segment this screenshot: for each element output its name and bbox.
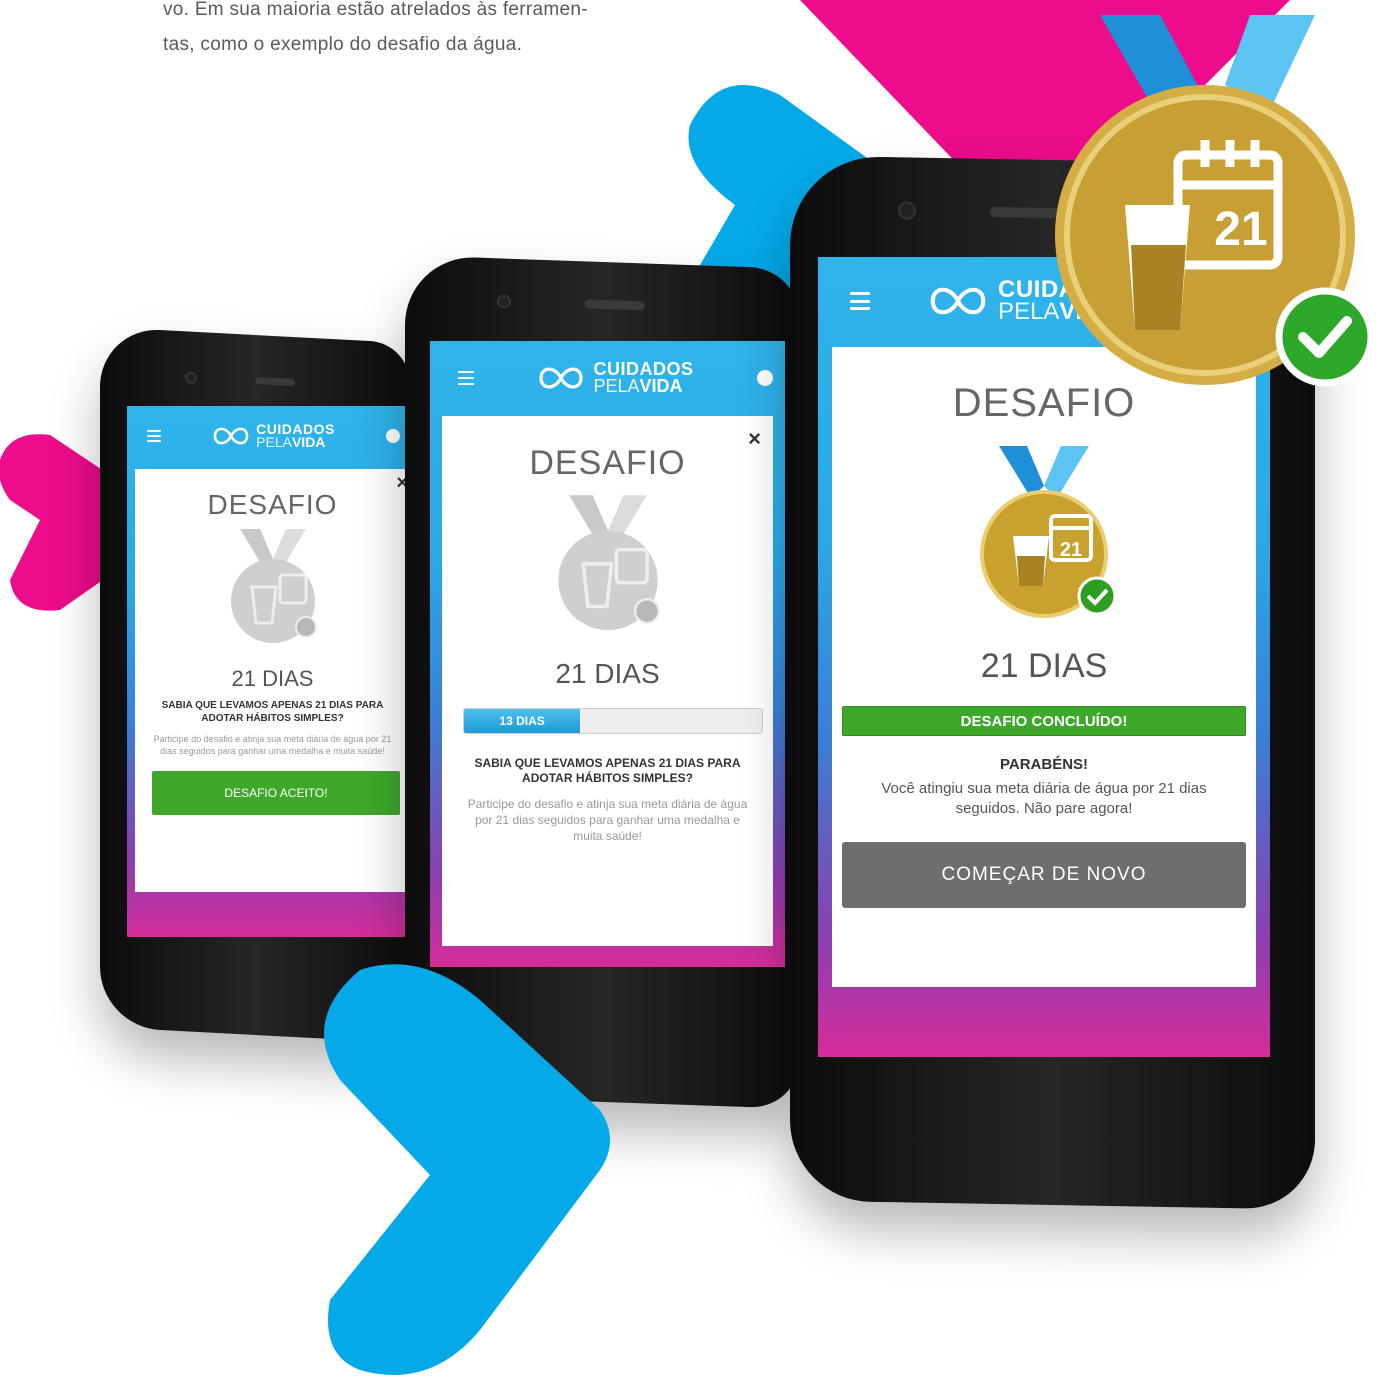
- intro-line-1: vo. Em sua maioria estão atrelados às fe…: [163, 0, 588, 20]
- menu-icon[interactable]: [147, 430, 161, 442]
- infinity-heart-icon: [213, 427, 249, 445]
- congrats-message: Você atingiu sua meta diária de água por…: [881, 780, 1207, 817]
- accept-challenge-button[interactable]: DESAFIO ACEITO!: [152, 771, 400, 816]
- restart-button[interactable]: COMEÇAR DE NOVO: [842, 842, 1246, 908]
- days-label: 21 DIAS: [231, 666, 314, 691]
- progress-label: 13 DIAS: [499, 714, 545, 728]
- logo-pela: PELA: [256, 434, 292, 450]
- challenge-complete-bar: DESAFIO CONCLUÍDO!: [842, 706, 1246, 736]
- days-label: 21 DIAS: [980, 647, 1108, 685]
- challenge-question: SABIA QUE LEVAMOS APENAS 21 DIAS PARA AD…: [161, 700, 384, 724]
- menu-icon[interactable]: [458, 371, 474, 385]
- challenge-card: DESAFIO 21 21 DIAS DESAFIO CONCLUÍDO! PA…: [832, 347, 1256, 987]
- challenge-card: × DESAFIO 21 DIAS 13 DIAS SABIA QUE LEVA…: [442, 416, 773, 946]
- blue-heart-shape: [324, 964, 610, 1375]
- infinity-heart-icon: [539, 367, 584, 389]
- congrats-title: PARABÉNS!: [999, 756, 1089, 773]
- challenge-card: × DESAFIO 21 DIAS SABIA QUE LEVAMOS APEN…: [135, 469, 410, 892]
- card-title: DESAFIO: [529, 444, 686, 482]
- large-medal-icon: 21: [1055, 85, 1375, 387]
- screen-middle: CUIDADOS PELAVIDA × DESAFIO 21 DIAS 13 D…: [430, 341, 785, 967]
- user-icon[interactable]: [386, 429, 400, 443]
- logo-pela: PELA: [593, 376, 640, 396]
- medal-small-number: 21: [1060, 539, 1082, 561]
- medal-number: 21: [1214, 203, 1267, 256]
- logo-vida: VIDA: [291, 434, 326, 450]
- close-icon[interactable]: ×: [748, 428, 761, 450]
- screen-left: CUIDADOS PELAVIDA × DESAFIO 21 DIAS SABI…: [127, 406, 410, 937]
- intro-line-2: tas, como o exemplo do desafio da água.: [163, 34, 523, 55]
- days-label: 21 DIAS: [555, 658, 660, 689]
- medal-gold-icon: 21: [980, 446, 1117, 618]
- logo-pela: PELA: [998, 298, 1060, 325]
- intro-paragraph: vo. Em sua maioria estão atrelados às fe…: [163, 0, 703, 62]
- progress-bar: 13 DIAS: [463, 708, 763, 734]
- app-header: CUIDADOS PELAVIDA: [127, 406, 410, 466]
- challenge-description: Participe do desafio e atinja sua meta d…: [467, 797, 748, 844]
- app-logo: CUIDADOS PELAVIDA: [161, 422, 386, 450]
- app-logo: CUIDADOS PELAVIDA: [474, 361, 757, 396]
- app-header: CUIDADOS PELAVIDA: [430, 341, 785, 415]
- progress-fill: 13 DIAS: [464, 709, 581, 733]
- medal-gray-icon: [557, 495, 660, 630]
- challenge-description: Participe do desafio e atinja sua meta d…: [153, 734, 392, 757]
- card-title: DESAFIO: [207, 489, 338, 520]
- medal-gray-icon: [230, 529, 317, 643]
- menu-icon[interactable]: [850, 292, 870, 310]
- logo-vida: VIDA: [639, 376, 683, 396]
- challenge-question: SABIA QUE LEVAMOS APENAS 21 DIAS PARA AD…: [474, 756, 741, 785]
- user-icon[interactable]: [757, 370, 773, 386]
- infinity-heart-icon: [930, 287, 986, 315]
